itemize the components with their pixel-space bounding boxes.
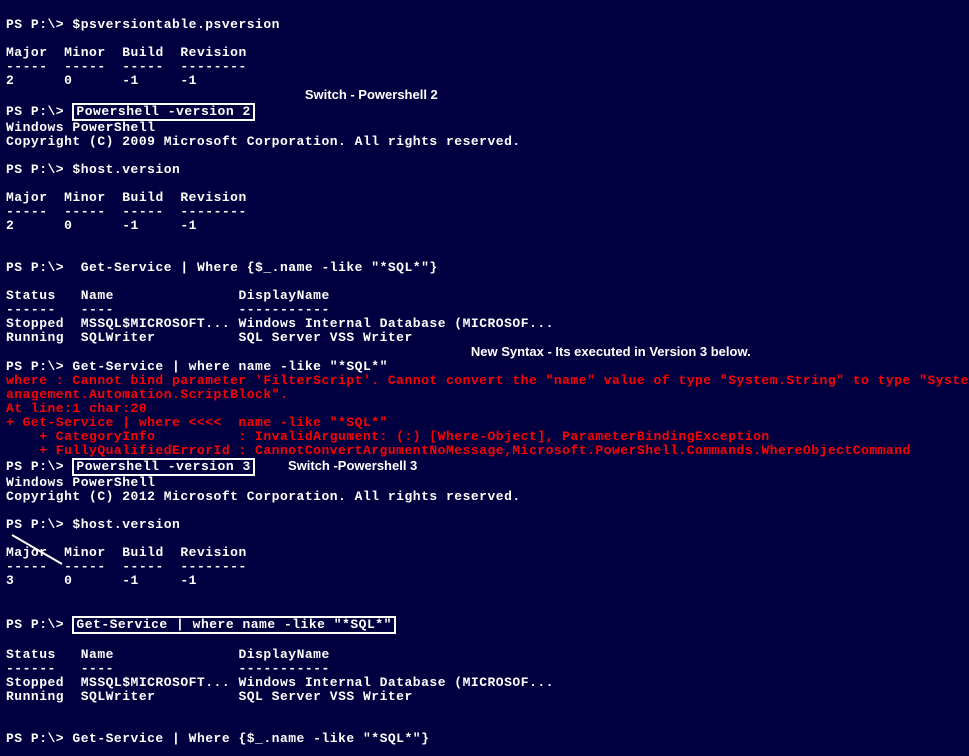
cell: SQLWriter [81, 689, 156, 704]
col-underline: ---- [81, 302, 114, 317]
prompt: PS P:\> [6, 517, 72, 532]
cell: SQLWriter [81, 330, 156, 345]
col-name: Name [81, 288, 114, 303]
col-status: Status [6, 647, 56, 662]
col-minor: Minor [64, 45, 106, 60]
cell: MSSQL$MICROSOFT... [81, 675, 230, 690]
command-text: $host.version [72, 162, 180, 177]
annotation-label: New Syntax - Its executed in Version 3 b… [471, 344, 751, 359]
col-underline: ----- [64, 204, 106, 219]
error-line: + FullyQualifiedErrorId : CannotConvertA… [6, 443, 911, 458]
cell: 0 [64, 573, 72, 588]
highlight-box: Powershell -version 3 [72, 458, 254, 476]
col-major: Major [6, 545, 48, 560]
col-status: Status [6, 288, 56, 303]
error-line: + Get-Service | where <<<< name -like "*… [6, 415, 388, 430]
col-major: Major [6, 45, 48, 60]
cell: Running [6, 689, 64, 704]
error-line: At line:1 char:20 [6, 401, 147, 416]
col-underline: ----------- [238, 661, 329, 676]
cell: 0 [64, 218, 72, 233]
cell: -1 [180, 573, 197, 588]
banner-line: Windows PowerShell [6, 475, 155, 490]
cell: SQL Server VSS Writer [238, 330, 412, 345]
col-underline: ----- [122, 559, 164, 574]
command-text: Get-Service | Where {$_.name -like "*SQL… [81, 260, 438, 275]
command-text: $psversiontable.psversion [72, 17, 280, 32]
prompt: PS P:\> [6, 459, 72, 474]
cell: -1 [122, 218, 139, 233]
prompt: PS P:\> [6, 359, 72, 374]
cell: -1 [122, 73, 139, 88]
command-text: Get-Service | where name -like "*SQL*" [72, 359, 387, 374]
cell: -1 [122, 573, 139, 588]
col-build: Build [122, 45, 164, 60]
error-line: anagement.Automation.ScriptBlock". [6, 387, 288, 402]
cell: 2 [6, 73, 14, 88]
col-underline: ----- [64, 559, 106, 574]
cell: -1 [180, 73, 197, 88]
col-underline: -------- [180, 559, 246, 574]
col-revision: Revision [180, 45, 246, 60]
col-underline: ------ [6, 302, 56, 317]
col-display: DisplayName [238, 647, 329, 662]
col-major: Major [6, 190, 48, 205]
cell: Windows Internal Database (MICROSOF... [238, 675, 553, 690]
cell: -1 [180, 218, 197, 233]
col-underline: -------- [180, 204, 246, 219]
cell: Running [6, 330, 64, 345]
col-revision: Revision [180, 545, 246, 560]
col-underline: ----- [6, 204, 48, 219]
cell: 0 [64, 73, 72, 88]
col-minor: Minor [64, 190, 106, 205]
annotation-label: Switch -Powershell 3 [288, 458, 417, 473]
highlight-box: Powershell -version 2 [72, 103, 254, 121]
prompt: PS P:\> [6, 260, 72, 275]
prompt: PS P:\> [6, 17, 72, 32]
col-underline: ----- [64, 59, 106, 74]
command-text: $host.version [72, 517, 180, 532]
col-name: Name [81, 647, 114, 662]
col-underline: ----- [122, 59, 164, 74]
cell: Stopped [6, 675, 64, 690]
col-display: DisplayName [238, 288, 329, 303]
cell: Windows Internal Database (MICROSOF... [238, 316, 553, 331]
prompt: PS P:\> [6, 617, 72, 632]
col-underline: ----- [122, 204, 164, 219]
error-line: where : Cannot bind parameter 'FilterScr… [6, 373, 969, 388]
col-underline: -------- [180, 59, 246, 74]
col-build: Build [122, 545, 164, 560]
prompt: PS P:\> [6, 162, 72, 177]
annotation-label: Switch - Powershell 2 [305, 87, 438, 102]
prompt: PS P:\> [6, 731, 72, 746]
cell: 2 [6, 218, 14, 233]
command-text: Powershell -version 2 [76, 104, 250, 119]
col-underline: ------ [6, 661, 56, 676]
col-underline: ----- [6, 59, 48, 74]
highlight-box: Get-Service | where name -like "*SQL*" [72, 616, 395, 634]
banner-line: Copyright (C) 2012 Microsoft Corporation… [6, 489, 521, 504]
col-revision: Revision [180, 190, 246, 205]
banner-line: Windows PowerShell [6, 120, 155, 135]
col-underline: ---- [81, 661, 114, 676]
command-text: Powershell -version 3 [76, 459, 250, 474]
error-line: + CategoryInfo : InvalidArgument: (:) [W… [6, 429, 770, 444]
cell: MSSQL$MICROSOFT... [81, 316, 230, 331]
cell: 3 [6, 573, 14, 588]
col-minor: Minor [64, 545, 106, 560]
col-build: Build [122, 190, 164, 205]
cell: Stopped [6, 316, 64, 331]
command-text: Get-Service | Where {$_.name -like "*SQL… [72, 731, 429, 746]
terminal-output: PS P:\> $psversiontable.psversion Major … [0, 0, 969, 756]
col-underline: ----------- [238, 302, 329, 317]
command-text: Get-Service | where name -like "*SQL*" [76, 617, 391, 632]
cell: SQL Server VSS Writer [238, 689, 412, 704]
banner-line: Copyright (C) 2009 Microsoft Corporation… [6, 134, 521, 149]
prompt: PS P:\> [6, 104, 72, 119]
col-underline: ----- [6, 559, 48, 574]
